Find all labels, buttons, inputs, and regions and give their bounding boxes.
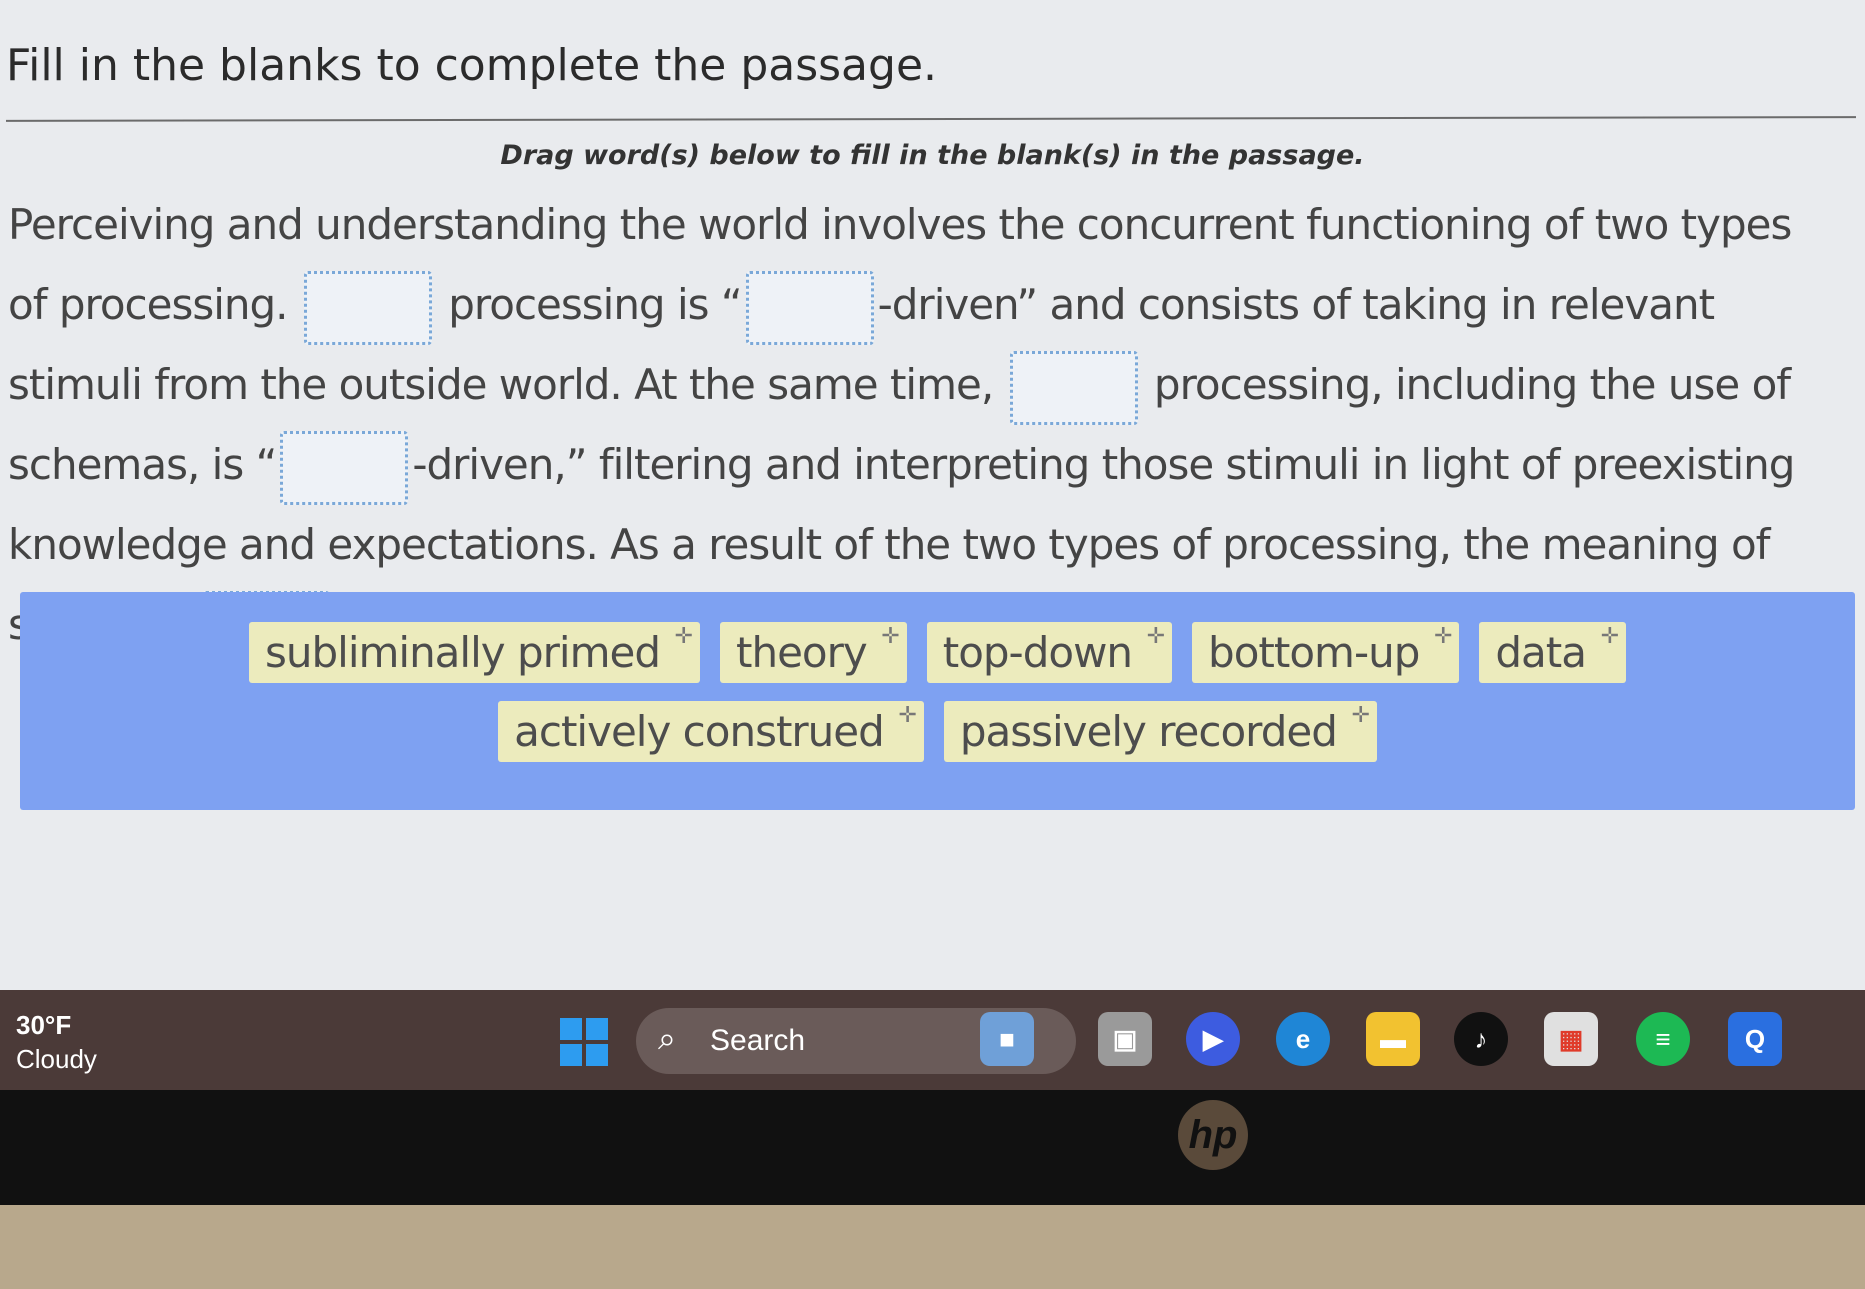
search-label: Search [710,1024,806,1057]
spotify-icon[interactable]: ≡ [1636,1012,1690,1066]
word-tile-label: actively construed [514,707,885,756]
search-icon: ⌕ [658,1020,676,1056]
word-tile-label: data [1495,628,1587,677]
title-divider [5,116,1857,122]
word-tile-label: theory [735,628,868,677]
drag-handle-icon: ✛ [1146,624,1165,649]
app-q-icon[interactable]: Q [1728,1012,1782,1066]
blank-2[interactable] [745,270,874,345]
passage-text: processing is “ [448,280,742,329]
word-tile[interactable]: subliminally primed ✛ [248,622,700,683]
word-tile[interactable]: data ✛ [1479,622,1626,683]
drag-handle-icon: ✛ [1433,624,1452,649]
edge-icon[interactable]: e [1276,1012,1330,1066]
store-icon[interactable]: ▦ [1544,1012,1598,1066]
windows-start-icon[interactable] [560,1018,608,1066]
drag-handle-icon: ✛ [898,703,916,728]
blank-3[interactable] [1009,350,1138,425]
tiktok-icon[interactable]: ♪ [1454,1012,1508,1066]
word-tile-label: top-down [942,628,1133,677]
desk-surface [0,1205,1865,1289]
word-tile-label: subliminally primed [264,628,661,677]
widgets-icon[interactable]: ■ [980,1012,1034,1066]
word-tile-label: bottom-up [1208,628,1420,677]
word-bank: subliminally primed ✛ theory ✛ top-down ✛ b… [20,592,1855,810]
word-tile[interactable]: actively construed ✛ [498,701,924,762]
word-tile[interactable]: passively recorded ✛ [943,701,1377,762]
word-tile[interactable]: bottom-up ✛ [1192,622,1460,683]
taskbar: 30°F Cloudy ⌕ Search ■ ▣ ▶ e ▬ ♪ ▦ ≡ Q [0,990,1865,1090]
zoom-icon[interactable]: ▶ [1186,1012,1240,1066]
browser-screen: Fill in the blanks to complete the passa… [0,0,1865,990]
drag-handle-icon: ✛ [1351,703,1369,728]
hp-logo: hp [1178,1100,1248,1170]
drag-handle-icon: ✛ [674,624,693,649]
drag-handle-icon: ✛ [881,624,899,649]
blank-4[interactable] [280,430,409,505]
drag-handle-icon: ✛ [1600,624,1619,649]
task-view-icon[interactable]: ▣ [1098,1012,1152,1066]
word-tile[interactable]: top-down ✛ [926,622,1173,683]
weather-temperature[interactable]: 30°F [16,1010,71,1041]
blank-1[interactable] [303,270,432,345]
word-tile-label: passively recorded [959,707,1338,756]
word-tile[interactable]: theory ✛ [719,622,907,683]
weather-condition[interactable]: Cloudy [16,1044,97,1075]
file-explorer-icon[interactable]: ▬ [1366,1012,1420,1066]
instruction-text: Drag word(s) below to fill in the blank(… [500,140,1365,171]
page-title: Fill in the blanks to complete the passa… [6,40,938,91]
